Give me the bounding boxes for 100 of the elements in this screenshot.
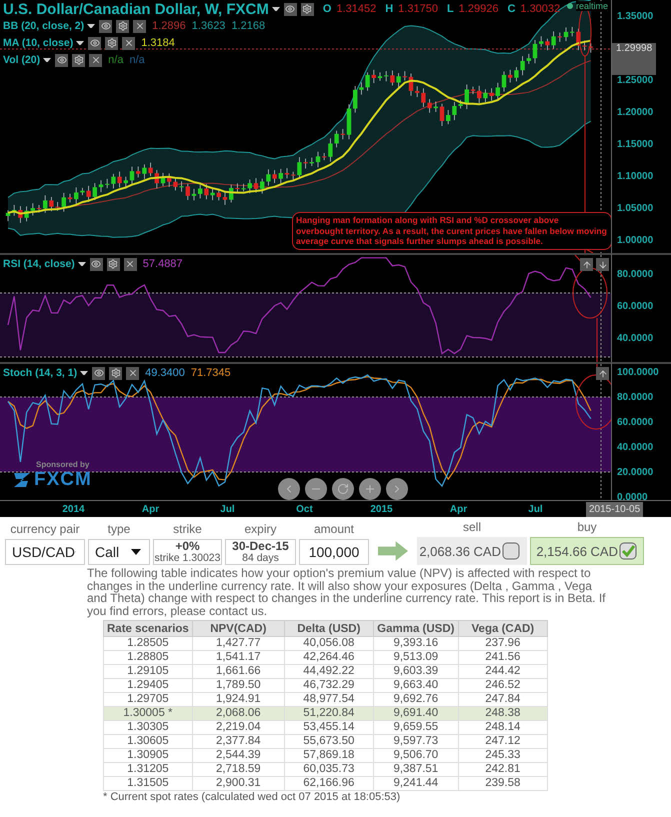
table-cell: 9,506.70 <box>373 748 458 762</box>
visibility-button[interactable] <box>90 258 103 270</box>
settings-button[interactable] <box>116 20 130 32</box>
axis-label: 20.0000 <box>616 467 654 480</box>
scroll-left-button[interactable] <box>278 478 300 500</box>
time-axis-label: Jul <box>527 504 544 514</box>
table-cell: 1.29405 <box>104 678 192 692</box>
time-axis-label: Oct <box>295 504 314 514</box>
value-main: 30-Dec-15 <box>232 540 289 552</box>
visibility-button[interactable] <box>284 2 297 16</box>
arrow-down-icon <box>598 260 608 270</box>
indicator-value: n/a <box>108 54 124 66</box>
settings-icon <box>74 55 84 65</box>
ohlc-label: L <box>446 3 454 15</box>
move-up-button[interactable] <box>580 258 593 271</box>
close-button[interactable] <box>133 20 146 32</box>
table-cell: 239.58 <box>458 776 548 790</box>
value-box[interactable]: +0% strike 1.30023 <box>153 539 222 565</box>
settings-button[interactable] <box>105 36 118 50</box>
table-cell: 60,035.73 <box>284 762 374 776</box>
table-cell: 42,264.46 <box>284 650 374 664</box>
table-cell: 2,068.06 <box>192 706 284 720</box>
axis-label: 80.0000 <box>616 392 654 405</box>
field-label: sell <box>462 520 482 534</box>
table-cell: 46,732.29 <box>284 678 374 692</box>
visibility-button[interactable] <box>55 54 68 66</box>
table-cell: 62,166.96 <box>284 776 374 790</box>
table-cell: 9,691.40 <box>373 706 458 720</box>
scroll-right-button[interactable] <box>386 478 408 500</box>
quote-option[interactable]: 2,068.36 CAD <box>417 537 527 565</box>
visibility-button[interactable] <box>92 366 106 380</box>
indicator-value: 1.3623 <box>192 20 226 32</box>
table-cell: 246.52 <box>458 678 548 692</box>
table-cell: 9,603.39 <box>373 664 458 678</box>
indicator-value: 1.2168 <box>231 20 266 32</box>
table-cell: 44,492.22 <box>284 664 374 678</box>
table-cell: 1,427.77 <box>192 636 284 650</box>
reset-button[interactable] <box>332 478 354 500</box>
table-cell: 9,659.55 <box>373 720 458 734</box>
table-cell: 1,924.91 <box>192 692 284 706</box>
table-cell: 2,718.59 <box>192 762 284 776</box>
table-cell: 9,387.51 <box>373 762 458 776</box>
settings-button[interactable] <box>300 2 314 16</box>
table-cell: 1.28505 <box>104 636 192 650</box>
close-button[interactable] <box>89 54 102 66</box>
table-cell: 1.29105 <box>104 664 192 678</box>
value-box[interactable]: 30-Dec-15 84 days <box>225 539 296 565</box>
axis-label: 1.10000 <box>616 171 654 184</box>
column-header: Delta (USD) <box>284 620 374 636</box>
dropdown[interactable]: Call <box>88 539 150 565</box>
footnote: * Current spot rates (calculated wed oct 07 2015 at 18:05:53) <box>103 791 402 803</box>
axis-label: 0.0000 <box>616 492 649 500</box>
eye-icon <box>90 38 100 48</box>
close-button[interactable] <box>122 36 136 50</box>
axis-label: 40.0000 <box>616 442 654 455</box>
dropdown[interactable]: USD/CAD <box>5 539 85 565</box>
visibility-button[interactable] <box>88 36 102 50</box>
axis-label: 1.05000 <box>616 203 654 216</box>
table-cell: 51,220.84 <box>284 706 374 720</box>
indicator-name: RSI (14, close) <box>3 258 75 270</box>
ohlc-value: 1.30032 <box>520 3 560 15</box>
axis-label: 1.25000 <box>616 75 654 88</box>
column-header: Rate scenarios <box>104 620 192 636</box>
column-header: NPV(CAD) <box>192 620 284 636</box>
close-icon <box>134 21 145 31</box>
sponsor-logo: FXCM <box>34 469 92 491</box>
settings-button[interactable] <box>106 258 120 270</box>
eye-icon <box>94 368 104 378</box>
column-header: Gamma (USD) <box>373 620 458 636</box>
axis-label: 80.0000 <box>616 269 654 282</box>
move-down-button[interactable] <box>596 258 609 271</box>
field-label: currency pair <box>9 522 81 536</box>
zoom-in-button[interactable] <box>359 478 381 500</box>
indicator-value: 49.3400 <box>145 367 185 379</box>
zoom-out-button[interactable] <box>305 478 327 500</box>
time-axis-label: Apr <box>140 504 160 514</box>
visibility-button[interactable] <box>99 20 112 32</box>
close-icon <box>128 368 138 378</box>
settings-button[interactable] <box>72 54 86 66</box>
arrow-up-icon <box>598 368 608 378</box>
table-cell: 241.56 <box>458 650 548 664</box>
table-cell: 55,673.50 <box>284 734 374 748</box>
table-cell: 1.31205 <box>104 762 192 776</box>
axis-label: 1.15000 <box>616 139 654 152</box>
quote-option[interactable]: 2,154.66 CAD <box>530 537 644 565</box>
table-cell: 247.84 <box>458 692 548 706</box>
leader-line <box>596 318 598 362</box>
table-cell: 2,900.31 <box>192 776 284 790</box>
table-cell: 57,869.18 <box>284 748 374 762</box>
realtime-dot <box>567 3 573 9</box>
axis-label: 100.0000 <box>616 367 660 380</box>
move-up-button[interactable] <box>596 367 609 380</box>
close-button[interactable] <box>124 258 137 270</box>
close-button[interactable] <box>126 366 140 380</box>
table-cell: 9,692.76 <box>373 692 458 706</box>
input-field[interactable]: 100,000 <box>299 539 369 565</box>
ohlc-value: 1.31750 <box>398 3 438 15</box>
table-cell: 1.30005 * <box>104 706 192 720</box>
settings-button[interactable] <box>109 366 122 380</box>
field-label: expiry <box>243 522 278 536</box>
